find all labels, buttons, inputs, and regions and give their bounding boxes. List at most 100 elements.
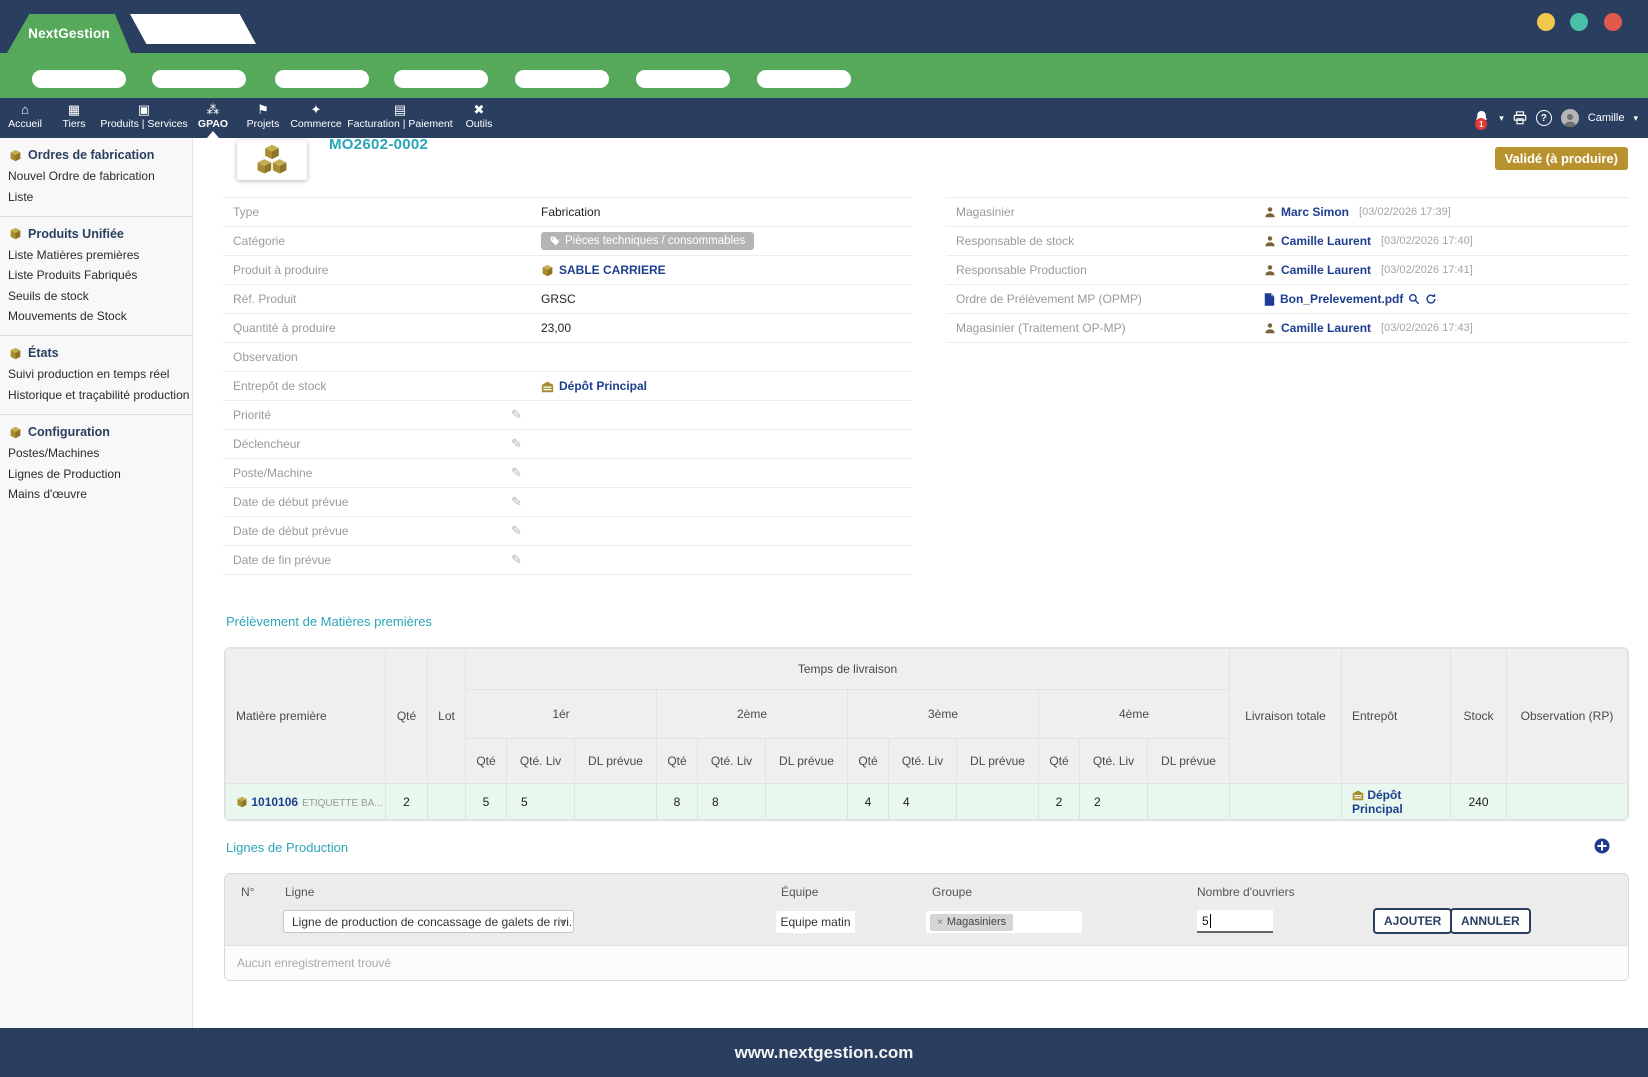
empty-records-row: Aucun enregistrement trouvé (225, 945, 1628, 980)
building-icon: ▦ (68, 103, 80, 116)
menu-pill[interactable] (636, 70, 730, 88)
sidebar-item-mouvements-de-stock[interactable]: Mouvements de Stock (0, 306, 192, 326)
d1-dl-cell (575, 784, 657, 820)
column-header-stock: Stock (1451, 649, 1507, 784)
add-production-line-button[interactable] (1594, 838, 1610, 854)
sidebar-item-historique-tracabilite[interactable]: Historique et traçabilité production (0, 385, 192, 405)
groupe-field[interactable]: ×Magasiniers (926, 911, 1082, 933)
page-title: MO2602-0002 (329, 136, 428, 153)
window-minimize-button[interactable] (1537, 13, 1555, 31)
remove-tag-icon[interactable]: × (937, 917, 943, 928)
sidebar-item-postes-machines[interactable]: Postes/Machines (0, 443, 192, 463)
pdf-file-icon (1264, 293, 1275, 306)
sidebar-item-suivi-production[interactable]: Suivi production en temps réel (0, 364, 192, 384)
brand-ghost-tab (130, 14, 256, 44)
nav-item-outils[interactable]: ✖ Outils (454, 103, 504, 130)
menu-pill[interactable] (394, 70, 488, 88)
subcolumn-qte-liv: Qté. Liv (507, 739, 575, 784)
material-cell: 1010106ETIQUETTE BA... (226, 784, 386, 820)
edit-pencil-icon[interactable]: ✎ (511, 465, 522, 481)
warehouse-link[interactable]: Dépôt Principal (559, 379, 647, 393)
entrepot-cell: Dépôt Principal (1342, 784, 1451, 820)
production-form-header: N° Ligne Équipe Groupe Nombre d'ouvriers… (225, 874, 1628, 945)
window-close-button[interactable] (1604, 13, 1622, 31)
user-chevron-icon[interactable]: ▾ (1633, 113, 1638, 124)
zoom-icon[interactable] (1408, 293, 1420, 305)
footer-url-link[interactable]: www.nextgestion.com (735, 1043, 914, 1063)
edit-pencil-icon[interactable]: ✎ (511, 436, 522, 452)
subcolumn-qte-liv: Qté. Liv (889, 739, 957, 784)
livraison-totale-cell (1230, 784, 1342, 820)
ouvriers-input[interactable]: 5 (1197, 910, 1273, 933)
equipe-field[interactable]: Equipe matin (776, 911, 855, 933)
detail-row-poste-machine: Poste/Machine ✎ (223, 458, 912, 487)
product-link[interactable]: SABLE CARRIERE (559, 263, 666, 277)
notifications-chevron-icon[interactable]: ▾ (1499, 113, 1504, 124)
help-icon[interactable]: ? (1536, 110, 1552, 126)
pdf-link[interactable]: Bon_Prelevement.pdf (1280, 292, 1403, 306)
column-header-ligne: Ligne (285, 885, 314, 899)
stock-cell: 240 (1451, 784, 1507, 820)
print-icon[interactable] (1513, 111, 1527, 125)
subcolumn-qte-liv: Qté. Liv (698, 739, 766, 784)
invoice-icon: ▤ (394, 103, 406, 116)
sidebar-header-ordres-de-fabrication[interactable]: Ordres de fabrication (0, 145, 192, 166)
cube-icon (9, 149, 22, 162)
details-table-right: Magasinier Marc Simon [03/02/2026 17:39]… (946, 197, 1629, 343)
sidebar-section-produits: Produits Unifiée Liste Matières première… (0, 216, 192, 336)
column-header-groupe: Groupe (932, 885, 972, 899)
d4-liv-cell: 2 (1080, 784, 1148, 820)
menu-pill[interactable] (515, 70, 609, 88)
ligne-select[interactable]: Ligne de production de concassage de gal… (283, 910, 574, 933)
material-code-link[interactable]: 1010106 (251, 795, 298, 809)
user-menu[interactable]: Camille (1588, 112, 1625, 124)
sidebar-item-nouvel-ordre[interactable]: Nouvel Ordre de fabrication (0, 166, 192, 186)
sidebar-header-produits-unifiee[interactable]: Produits Unifiée (0, 224, 192, 245)
nav-item-gpao[interactable]: ⁂ GPAO (188, 103, 238, 130)
person-icon (1264, 206, 1276, 218)
nav-item-accueil[interactable]: ⌂ Accueil (0, 103, 50, 130)
timestamp: [03/02/2026 17:43] (1381, 322, 1473, 334)
sidebar-item-liste-matieres-premieres[interactable]: Liste Matières premières (0, 245, 192, 265)
navbar-right-cluster: 1 ▾ ? Camille ▾ (1474, 98, 1638, 138)
brand-tab[interactable]: NextGestion (7, 14, 131, 53)
annuler-button[interactable]: ANNULER (1450, 908, 1531, 934)
person-name: Marc Simon (1281, 205, 1349, 219)
observation-cell (1507, 784, 1628, 820)
nav-item-produits-services[interactable]: ▣ Produits | Services (84, 103, 204, 130)
edit-pencil-icon[interactable]: ✎ (511, 407, 522, 423)
sidebar: Ordres de fabrication Nouvel Ordre de fa… (0, 138, 193, 1028)
sidebar-item-lignes-de-production[interactable]: Lignes de Production (0, 463, 192, 483)
detail-row-responsable-stock: Responsable de stock Camille Laurent [03… (946, 226, 1629, 255)
menu-pill[interactable] (152, 70, 246, 88)
detail-row-date-debut-1: Date de début prévue ✎ (223, 487, 912, 516)
window-maximize-button[interactable] (1570, 13, 1588, 31)
sidebar-item-liste-produits-fabriques[interactable]: Liste Produits Fabriqués (0, 265, 192, 285)
sidebar-item-mains-doeuvre[interactable]: Mains d'œuvre (0, 484, 192, 504)
refresh-icon[interactable] (1425, 293, 1437, 305)
menu-pill[interactable] (275, 70, 369, 88)
materials-table: Matière première Qté Lot Temps de livrai… (225, 648, 1628, 820)
menu-pill[interactable] (32, 70, 126, 88)
column-header-lot: Lot (428, 649, 466, 784)
subcolumn-qte: Qté (657, 739, 698, 784)
edit-pencil-icon[interactable]: ✎ (511, 494, 522, 510)
ajouter-button[interactable]: AJOUTER (1373, 908, 1452, 934)
subcolumn-qte-liv: Qté. Liv (1080, 739, 1148, 784)
title-bar: NextGestion (0, 0, 1648, 53)
sidebar-header-etats[interactable]: États (0, 343, 192, 364)
subcolumn-dl-prevue: DL prévue (766, 739, 848, 784)
nav-item-facturation-paiement[interactable]: ▤ Facturation | Paiement (330, 103, 470, 130)
menu-pill[interactable] (757, 70, 851, 88)
cube-icon (9, 426, 22, 439)
edit-pencil-icon[interactable]: ✎ (511, 523, 522, 539)
edit-pencil-icon[interactable]: ✎ (511, 552, 522, 568)
sidebar-item-liste[interactable]: Liste (0, 186, 192, 206)
notifications-bell-icon[interactable]: 1 (1474, 110, 1490, 126)
secondary-menu-bar (0, 53, 1648, 98)
detail-row-magasinier-opmp: Magasinier (Traitement OP-MP) Camille La… (946, 313, 1629, 342)
avatar[interactable] (1561, 109, 1579, 127)
sidebar-header-configuration[interactable]: Configuration (0, 422, 192, 443)
sidebar-item-seuils-de-stock[interactable]: Seuils de stock (0, 286, 192, 306)
sidebar-section-etats: États Suivi production en temps réel His… (0, 335, 192, 414)
